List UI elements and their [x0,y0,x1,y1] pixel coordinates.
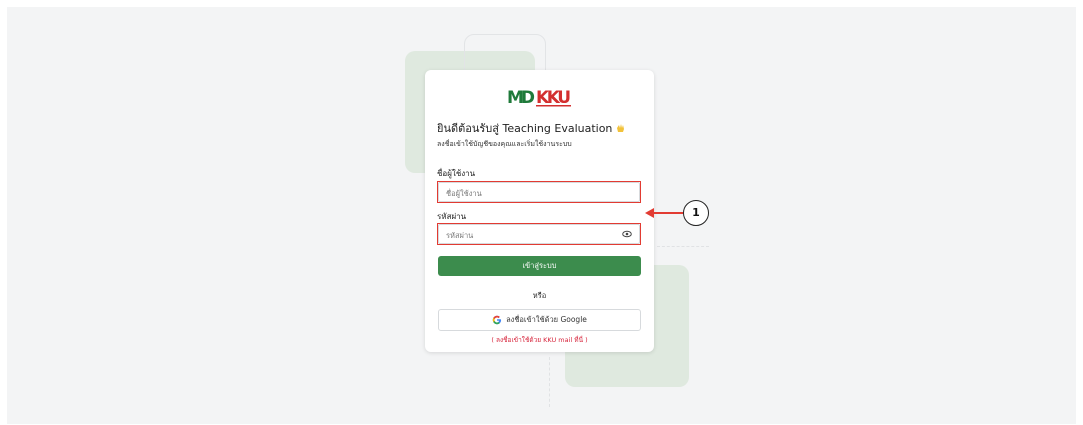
password-input[interactable]: รหัสผ่าน [438,224,640,244]
page-title: ยินดีต้อนรับสู่ Teaching Evaluation [437,119,627,137]
username-input[interactable]: ชื่อผู้ใช้งาน [438,182,640,202]
title-text: ยินดีต้อนรับสู่ Teaching Evaluation [437,122,613,135]
svg-text:KKU: KKU [536,88,571,107]
password-placeholder: รหัสผ่าน [446,231,474,240]
decor-dashed-line-vertical [549,357,550,407]
or-divider-text: หรือ [532,291,547,300]
mdkku-logo: MD KKU [507,88,571,107]
eye-icon[interactable] [622,230,632,238]
waving-hand-icon [617,124,625,132]
username-placeholder: ชื่อผู้ใช้งาน [446,189,482,198]
page-subtitle: ลงชื่อเข้าใช้บัญชีของคุณและเริ่มใช้งานระ… [437,140,572,148]
google-signin-button[interactable]: ลงชื่อเข้าใช้ด้วย Google [438,309,641,331]
password-label: รหัสผ่าน [437,212,467,221]
decor-dashed-line-horizontal [657,246,709,247]
login-card: MD KKU ยินดีต้อนรับสู่ Teaching Evaluati… [425,70,654,352]
login-button[interactable]: เข้าสู่ระบบ [438,256,641,276]
kku-mail-link[interactable]: ( ลงชื่อเข้าใช้ด้วย KKU mail ที่นี่ ) [425,335,654,345]
callout-arrow-line [653,212,683,214]
username-label: ชื่อผู้ใช้งาน [437,169,476,178]
google-button-label: ลงชื่อเข้าใช้ด้วย Google [506,315,587,324]
svg-text:MD: MD [507,88,535,107]
callout-number-badge: 1 [683,200,709,226]
google-g-icon [492,315,502,325]
